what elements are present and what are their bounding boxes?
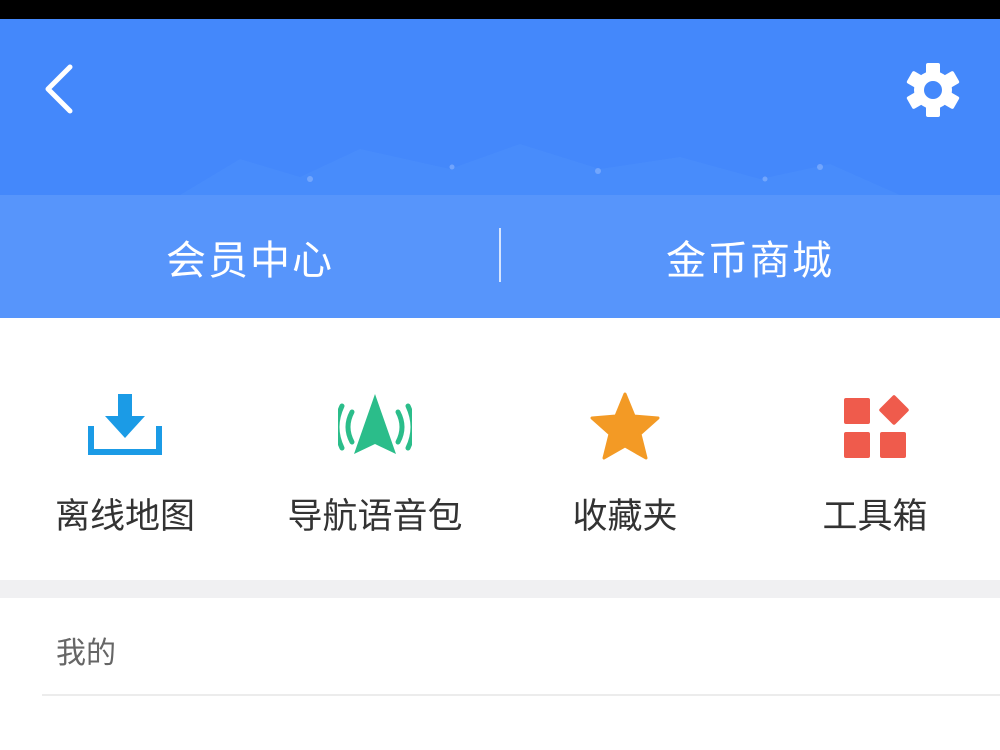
settings-button[interactable] (900, 57, 966, 123)
shortcut-label: 工具箱 (822, 497, 928, 537)
header-decoration (180, 144, 900, 195)
header (0, 19, 1000, 195)
member-bar: 会员中心 金币商城 (0, 195, 1000, 318)
chevron-left-icon (45, 64, 73, 114)
shortcut-label: 收藏夹 (572, 497, 678, 537)
toolbox-icon (844, 395, 909, 458)
shortcut-offline-map[interactable]: 离线地图 (0, 318, 250, 580)
member-center-label: 会员中心 (166, 237, 334, 284)
coin-mall-button[interactable]: 金币商城 (500, 195, 1000, 318)
back-button[interactable] (36, 59, 86, 119)
navigation-voice-icon (338, 394, 412, 454)
shortcut-favorites[interactable]: 收藏夹 (500, 318, 750, 580)
download-icon (88, 394, 162, 455)
section-divider (42, 694, 1000, 696)
shortcut-voice-package[interactable]: 导航语音包 (250, 318, 500, 580)
coin-mall-label: 金币商城 (666, 237, 834, 284)
section-gap (0, 580, 1000, 598)
shortcut-panel: 离线地图 导航语音包 收藏夹 工具箱 (0, 318, 1000, 580)
my-section: 我的 (0, 598, 1000, 750)
section-title: 我的 (56, 636, 116, 671)
star-icon (590, 392, 660, 460)
shortcut-label: 导航语音包 (287, 497, 463, 537)
shortcut-label: 离线地图 (54, 497, 195, 537)
status-bar (0, 0, 1000, 19)
member-center-button[interactable]: 会员中心 (0, 195, 500, 318)
shortcut-toolbox[interactable]: 工具箱 (750, 318, 1000, 580)
gear-icon (906, 63, 960, 117)
